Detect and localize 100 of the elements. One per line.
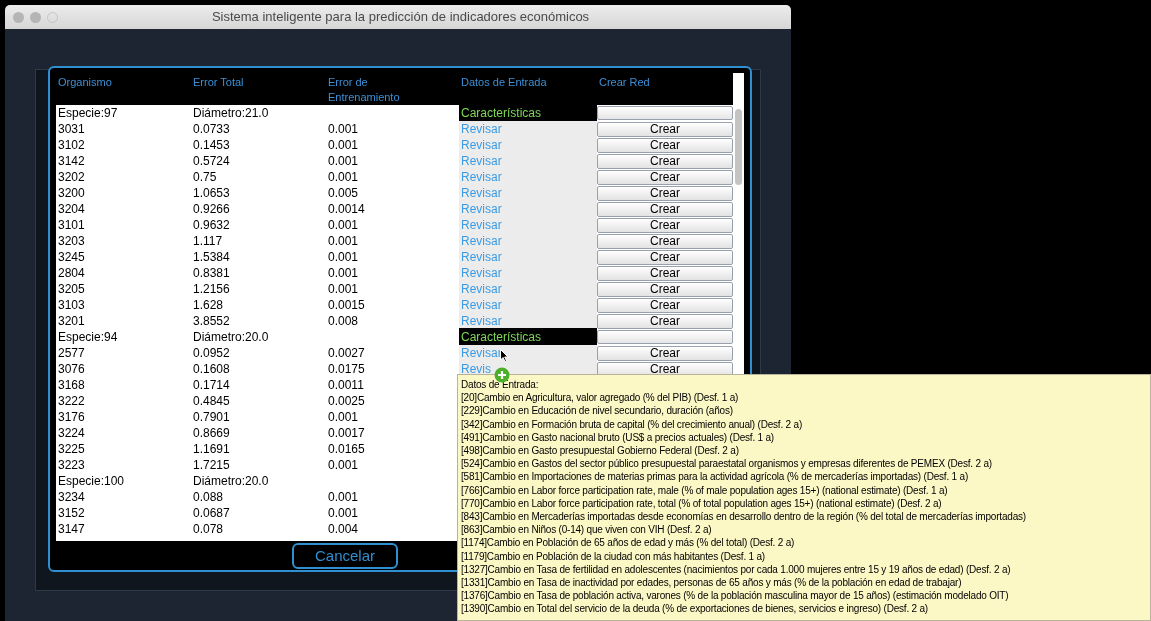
tooltip-line: [1174]Cambio en Población de 65 años de edad y más (% del total) (Desf. 2 a) (461, 536, 796, 550)
tooltip-line: [20]Cambio en Agricultura, valor agregado (% del PIB) (Desf. 1 a) (461, 391, 740, 405)
organism-cell-text: 3152 (57, 505, 86, 522)
error-training-cell-text: 0.004 (327, 521, 360, 538)
organism-cell-text: 3101 (57, 217, 86, 234)
organism-cell-text: 3176 (57, 409, 86, 426)
create-button[interactable]: Crear (597, 265, 733, 281)
tooltip-line: [863]Cambio en Niños (0-14) que viven con VIH (Desf. 2 a) (461, 523, 713, 537)
organism-cell-text: 3222 (57, 393, 86, 410)
create-button[interactable]: Crear (597, 201, 733, 217)
create-button[interactable]: Crear (597, 185, 733, 201)
create-button[interactable]: Crear (597, 281, 733, 297)
tooltip-line: [770]Cambio en Labor force participation rate, total (% of total population ages 15+) (national estimate) (Desf. 2 a) (461, 496, 943, 511)
features-header: Características (459, 104, 597, 122)
error-total-cell-text: 3.8552 (192, 313, 231, 330)
error-training-cell-text: 0.001 (327, 137, 360, 154)
organism-cell-text: 3076 (57, 361, 86, 378)
species-cell-text: Especie:97 (57, 105, 119, 122)
features-header: Características (459, 328, 597, 346)
error-training-cell-text: 0.0011 (327, 377, 365, 394)
error-total-cell-text: 0.7901 (192, 409, 231, 426)
create-button[interactable]: Crear (597, 121, 733, 137)
error-total-cell-text: 0.9632 (192, 217, 231, 234)
error-training-cell-text: 0.0175 (327, 361, 366, 378)
tooltip-line: [843]Cambio en Mercaderías importadas desde economías en desarrollo dentro de la región (% del total de mercaderías importadas) (461, 510, 1027, 524)
tooltip-line: [524]Cambio en Gastos del sector público presupuestal paraestatal organismos y empresas diferentes de PEMEX (Desf. 2 a) (461, 457, 993, 471)
organism-cell-text: 3202 (57, 169, 86, 186)
tooltip-line: [1331]Cambio en Tasa de inactividad por edades, personas de 65 años y más (% de la población en edad de trabajar) (461, 576, 963, 590)
create-button[interactable]: Crear (597, 217, 733, 233)
create-button[interactable]: Crear (597, 345, 733, 361)
organism-cell-text: 3205 (57, 281, 86, 298)
create-button[interactable]: Crear (597, 169, 733, 185)
tooltip-line: [229]Cambio en Educación de nivel secundario, duración (años) (461, 404, 734, 418)
tooltip-line: [1179]Cambio en Población de la ciudad con más habitantes (Desf. 1 a) (461, 549, 766, 563)
tooltip-line: [491]Cambio en Gasto nacional bruto (US$ a precios actuales) (Desf. 1 a) (461, 430, 775, 444)
create-button[interactable]: Crear (597, 153, 733, 169)
diameter-cell-text: Diámetro:20.0 (192, 329, 270, 346)
organism-cell-text: 3201 (57, 313, 86, 330)
error-training-cell-text: 0.001 (327, 121, 360, 138)
window-title: Sistema inteligente para la predicción de indicadores económicos (210, 8, 591, 27)
organism-cell-text: 3234 (57, 489, 86, 506)
error-training-cell-text: 0.0165 (327, 441, 366, 458)
error-total-cell-text: 0.078 (192, 521, 225, 538)
organism-cell-text: 3031 (57, 121, 86, 138)
organism-cell-text: 3103 (57, 297, 86, 314)
error-training-cell-text: 0.001 (327, 169, 360, 186)
error-training-cell-text: 0.008 (327, 313, 360, 330)
error-training-cell-text: 0.001 (327, 233, 360, 250)
error-training-cell-text: 0.001 (327, 217, 360, 234)
tooltip-line: [1376]Cambio en Tasa de población activa, varones (% de la población masculina mayor de 15 años) (estimación modelado OIT) (461, 589, 1010, 603)
error-training-cell-text: 0.0014 (327, 201, 366, 218)
error-training-cell-text: 0.001 (327, 153, 360, 170)
organism-cell-text: 3223 (57, 457, 86, 474)
create-button[interactable]: Crear (597, 313, 733, 329)
column-header: Datos de Entrada (460, 75, 548, 90)
tooltip-title: Datos de Entrada: (461, 378, 540, 392)
tooltip-line: [498]Cambio en Gasto presupuestal Gobierno Federal (Desf. 2 a) (461, 444, 740, 458)
error-total-cell-text: 0.8669 (192, 425, 231, 442)
error-training-cell-text: 0.001 (327, 265, 360, 282)
error-total-cell-text: 0.5724 (192, 153, 231, 170)
error-training-cell-text: 0.0025 (327, 393, 366, 410)
error-total-cell-text: 1.7215 (192, 457, 231, 474)
create-button[interactable]: Crear (597, 137, 733, 153)
create-button[interactable]: Crear (597, 297, 733, 313)
organism-cell-text: 2577 (57, 345, 86, 362)
tooltip-line: [581]Cambio en Importaciones de materias primas para la actividad agrícola (% de mercaderías importadas) (Desf. 1 a) (461, 470, 970, 484)
error-training-cell-text: 0.001 (327, 249, 360, 266)
diameter-cell-text: Diámetro:20.0 (192, 473, 270, 490)
cancel-button[interactable]: Cancelar (292, 542, 398, 569)
tooltip-line: [766]Cambio en Labor force participation rate, male (% of male population ages 15+) (national estimate) (Desf. 1 a) (461, 483, 949, 497)
column-header: Error de Entrenamiento (327, 75, 401, 105)
organism-cell-text: 3102 (57, 137, 86, 154)
column-header: Organismo (57, 75, 113, 90)
organism-cell-text: 3225 (57, 441, 86, 458)
error-training-cell-text: 0.0015 (327, 297, 366, 314)
organism-cell-text: 2804 (57, 265, 86, 282)
error-training-cell-text: 0.001 (327, 505, 360, 522)
tooltip-line: [1390]Cambio en Total del servicio de la deuda (% de exportaciones de bienes, servicios e ingreso) (Desf. 2 a) (461, 602, 929, 616)
organism-cell-text: 3168 (57, 377, 86, 394)
create-button[interactable]: Crear (597, 249, 733, 265)
column-header: Error Total (192, 75, 245, 90)
error-total-cell-text: 0.0733 (192, 121, 231, 138)
error-total-cell-text: 0.1453 (192, 137, 231, 154)
error-training-cell-text: 0.001 (327, 281, 360, 298)
organism-cell-text: 3142 (57, 153, 86, 170)
column-header: Crear Red (598, 75, 651, 90)
error-training-cell-text: 0.001 (327, 409, 360, 426)
species-cell-text: Especie:94 (57, 329, 119, 346)
create-button[interactable]: Crear (597, 233, 733, 249)
error-training-cell-text: 0.0027 (327, 345, 366, 362)
error-total-cell-text: 0.0952 (192, 345, 231, 362)
organism-cell-text: 3203 (57, 233, 86, 250)
tooltip-line: [1327]Cambio en Tasa de fertilidad en adolescentes (nacimientos por cada 1.000 mujeres entre 15 y 19 años de edad) (Desf. 2 a) (461, 562, 1012, 577)
error-total-cell-text: 0.9266 (192, 201, 231, 218)
error-training-cell-text: 0.001 (327, 489, 360, 506)
cursor-icon (500, 349, 509, 362)
error-total-cell-text: 0.8381 (192, 265, 231, 282)
diameter-cell-text: Diámetro:21.0 (192, 105, 270, 122)
species-cell-text: Especie:100 (57, 473, 126, 490)
tooltip-line: [342]Cambio en Formación bruta de capital (% del crecimiento anual) (Desf. 2 a) (461, 417, 804, 431)
